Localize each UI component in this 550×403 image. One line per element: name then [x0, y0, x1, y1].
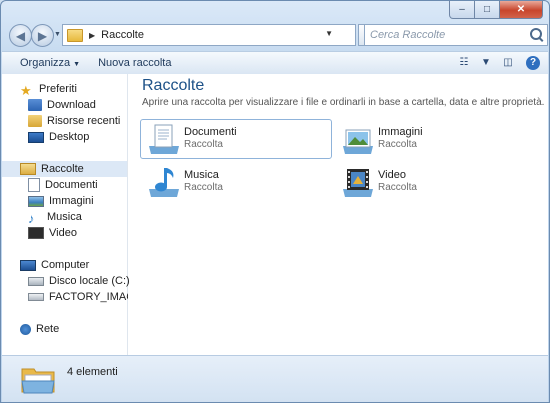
network-icon — [20, 323, 31, 335]
film-icon — [28, 227, 44, 239]
organize-label: Organizza — [20, 57, 71, 69]
sidebar-item-raccolte[interactable]: Raccolte — [2, 161, 127, 177]
video-library-icon — [343, 169, 373, 197]
back-arrow-icon: ◀ — [15, 28, 26, 43]
library-tile-musica[interactable]: Musica Raccolta — [140, 162, 332, 202]
sidebar-label: Documenti — [45, 179, 98, 191]
library-type: Raccolta — [378, 182, 417, 193]
close-button[interactable]: ✕ — [500, 1, 543, 19]
sidebar-item-rete[interactable]: Rete — [20, 321, 145, 337]
sidebar-label: Immagini — [49, 195, 94, 207]
libraries-icon — [20, 163, 36, 175]
sidebar-item-computer[interactable]: Computer — [20, 257, 145, 273]
libraries-large-icon — [21, 368, 55, 394]
library-type: Raccolta — [378, 139, 417, 150]
sidebar-label: Musica — [47, 211, 82, 223]
breadcrumb-separator-icon[interactable]: ▶ — [89, 31, 95, 40]
documents-library-icon — [149, 124, 179, 154]
library-name: Documenti — [184, 126, 237, 138]
page-description: Aprire una raccolta per visualizzare i f… — [142, 97, 545, 108]
recent-pages-dropdown[interactable]: ▼ — [54, 31, 61, 38]
sidebar-label: Raccolte — [41, 163, 84, 175]
search-box[interactable]: Cerca Raccolte — [364, 24, 548, 46]
sidebar-item-factory-image[interactable]: FACTORY_IMAGE (D — [28, 289, 128, 305]
drive-icon — [28, 293, 44, 301]
library-tile-video[interactable]: Video Raccolta — [334, 162, 526, 202]
sidebar-label: Computer — [41, 259, 90, 271]
forward-button[interactable]: ▶ — [31, 24, 54, 47]
document-icon — [28, 178, 40, 192]
library-name: Musica — [184, 169, 219, 181]
library-tile-documenti[interactable]: Documenti Raccolta — [140, 119, 332, 159]
download-folder-icon — [28, 99, 42, 111]
navigation-pane: ★ Preferiti Download Risorse recenti Des… — [2, 74, 130, 355]
minimize-button[interactable]: – — [449, 1, 475, 19]
star-icon: ★ — [20, 83, 32, 97]
explorer-window: – □ ✕ ◀ ▶ ▼ ▶ Raccolte ▼ ↻ Cerca Raccolt… — [0, 0, 550, 403]
library-tile-immagini[interactable]: Immagini Raccolta — [334, 119, 526, 159]
picture-icon — [28, 195, 44, 207]
sidebar-label: Preferiti — [39, 83, 77, 95]
chevron-down-icon: ▼ — [73, 61, 81, 68]
sidebar-label: Desktop — [49, 131, 90, 143]
address-bar[interactable]: ▶ Raccolte ▼ — [62, 24, 356, 46]
command-bar: Organizza ▼ Nuova raccolta ☷ ▼ ◫ ? — [2, 51, 548, 75]
libraries-folder-icon — [67, 28, 83, 42]
view-controls: ☷ ▼ ◫ ? — [456, 55, 540, 70]
back-button[interactable]: ◀ — [9, 24, 32, 47]
page-title: Raccolte — [142, 77, 205, 94]
caption-buttons: – □ ✕ — [449, 1, 543, 19]
item-count: 4 elementi — [67, 366, 118, 378]
details-pane: 4 elementi — [2, 355, 548, 402]
forward-arrow-icon: ▶ — [37, 28, 48, 43]
sidebar-item-preferiti[interactable]: ★ Preferiti — [20, 81, 145, 97]
music-library-icon — [149, 168, 179, 197]
library-type: Raccolta — [184, 182, 223, 193]
change-view-icon[interactable]: ☷ — [456, 55, 472, 70]
preview-pane-icon[interactable]: ◫ — [500, 55, 516, 70]
sidebar-label: FACTORY_IMAGE (D — [49, 291, 128, 303]
navigation-bar: ◀ ▶ ▼ ▶ Raccolte ▼ ↻ Cerca Raccolte — [7, 23, 548, 47]
hard-drive-icon — [28, 276, 44, 286]
desktop-icon — [28, 131, 44, 143]
address-dropdown-icon[interactable]: ▼ — [325, 29, 333, 38]
new-collection-button[interactable]: Nuova raccolta — [98, 57, 171, 69]
library-type: Raccolta — [184, 139, 223, 150]
view-options-chevron-icon[interactable]: ▼ — [481, 55, 491, 70]
search-icon — [530, 28, 542, 40]
content-area: ★ Preferiti Download Risorse recenti Des… — [2, 74, 548, 355]
maximize-button[interactable]: □ — [475, 1, 500, 19]
sidebar-label: Rete — [36, 323, 60, 335]
library-name: Video — [378, 169, 406, 181]
sidebar-label: Download — [47, 99, 96, 111]
libraries-view: Raccolte Aprire una raccolta per visuali… — [128, 74, 548, 355]
breadcrumb-raccolte[interactable]: Raccolte — [101, 29, 144, 41]
help-icon[interactable]: ? — [526, 55, 540, 70]
computer-icon — [20, 259, 36, 271]
pictures-library-icon — [343, 129, 373, 154]
sidebar-label: Video — [49, 227, 77, 239]
search-placeholder: Cerca Raccolte — [370, 29, 446, 41]
music-note-icon: ♪ — [28, 211, 35, 225]
sidebar-label: Risorse recenti — [47, 115, 121, 127]
recent-places-icon — [28, 115, 42, 127]
library-name: Immagini — [378, 126, 423, 138]
sidebar-label: Disco locale (C:) — [49, 275, 130, 287]
organize-button[interactable]: Organizza ▼ — [20, 57, 80, 69]
